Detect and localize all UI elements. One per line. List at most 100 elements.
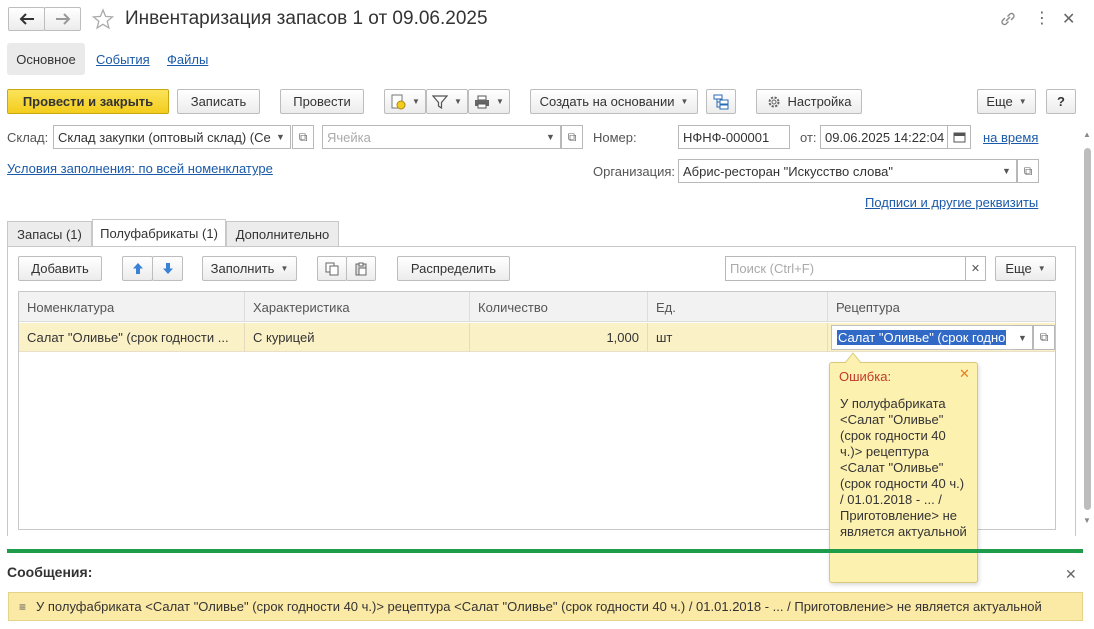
arrow-left-icon <box>19 13 34 25</box>
message-item[interactable]: ≡ У полуфабриката <Салат "Оливье" (срок … <box>8 592 1083 621</box>
document-clock-icon <box>391 94 406 109</box>
forward-button[interactable] <box>44 7 81 31</box>
nav-tab-events[interactable]: События <box>96 52 150 67</box>
post-label: Провести <box>293 94 351 109</box>
column-header-characteristic[interactable]: Характеристика <box>245 292 470 322</box>
fill-conditions-link[interactable]: Условия заполнения: по всей номенклатуре <box>7 161 273 176</box>
column-header-nomenclature[interactable]: Номенклатура <box>19 292 245 322</box>
tab-semifinished[interactable]: Полуфабрикаты (1) <box>92 219 226 247</box>
cell-dropdown-button[interactable]: ▼ <box>541 125 561 149</box>
date-label: от: <box>800 130 817 145</box>
printer-icon <box>475 95 490 108</box>
cell-field[interactable]: Ячейка <box>322 125 542 149</box>
recipe-dropdown-button[interactable]: ▼ <box>1013 325 1033 350</box>
messages-close-icon[interactable]: ✕ <box>1065 566 1077 583</box>
error-line: <Салат "Оливье" <box>840 412 944 427</box>
print-button[interactable]: ▼ <box>468 89 510 114</box>
post-and-close-button[interactable]: Провести и закрыть <box>7 89 169 114</box>
back-button[interactable] <box>8 7 45 31</box>
fill-button[interactable]: Заполнить ▼ <box>202 256 297 281</box>
move-down-button[interactable] <box>152 256 183 281</box>
message-text: У полуфабриката <Салат "Оливье" (срок го… <box>36 599 1042 614</box>
create-based-on-button[interactable]: Создать на основании ▼ <box>530 89 698 114</box>
add-button[interactable]: Добавить <box>18 256 102 281</box>
fill-label: Заполнить <box>210 261 275 276</box>
search-clear-button[interactable]: ✕ <box>965 256 986 281</box>
organization-value: Абрис-ресторан "Искусство слова" <box>683 163 893 179</box>
more-button[interactable]: Еще ▼ <box>977 89 1036 114</box>
scroll-down-arrow[interactable]: ▼ <box>1083 516 1091 525</box>
calendar-button[interactable] <box>947 125 971 149</box>
organization-open-button[interactable]: ⧉ <box>1017 159 1039 183</box>
recipe-edit-field[interactable]: Салат "Оливье" (срок годно <box>831 325 1014 350</box>
calendar-icon <box>953 132 965 143</box>
column-header-recipe[interactable]: Рецептура <box>828 292 1055 322</box>
column-header-quantity[interactable]: Количество <box>470 292 648 322</box>
organization-field[interactable]: Абрис-ресторан "Искусство слова" <box>678 159 998 183</box>
number-field[interactable]: НФНФ-000001 <box>678 125 790 149</box>
warehouse-dropdown-button[interactable]: ▼ <box>271 125 291 149</box>
paste-button[interactable] <box>346 256 376 281</box>
structure-button[interactable] <box>706 89 736 114</box>
on-time-link[interactable]: на время <box>983 130 1038 145</box>
cell-characteristic[interactable]: С курицей <box>245 323 470 352</box>
post-button[interactable]: Провести <box>280 89 364 114</box>
messages-title: Сообщения: <box>7 564 93 580</box>
error-line: (срок годности 40 <box>840 428 946 443</box>
error-popup-close-icon[interactable]: ✕ <box>959 366 970 382</box>
add-label: Добавить <box>31 261 89 276</box>
more-vertical-icon[interactable]: ⋮ <box>1034 10 1050 28</box>
number-value: НФНФ-000001 <box>683 129 770 145</box>
recipe-open-button[interactable]: ⧉ <box>1033 325 1055 350</box>
copy-button[interactable] <box>317 256 347 281</box>
table-more-button[interactable]: Еще ▼ <box>995 256 1056 281</box>
create-based-on-label: Создать на основании <box>539 94 675 109</box>
favorite-star-icon[interactable] <box>92 8 114 30</box>
cell-quantity[interactable]: 1,000 <box>470 323 648 352</box>
warehouse-field[interactable]: Склад закупки (оптовый склад) (Се <box>53 125 272 149</box>
scroll-up-arrow[interactable]: ▲ <box>1083 130 1091 139</box>
scrollbar-thumb[interactable] <box>1084 148 1091 510</box>
cell-nomenclature[interactable]: Салат "Оливье" (срок годности ... <box>19 323 245 352</box>
help-button[interactable]: ? <box>1046 89 1076 114</box>
link-icon[interactable] <box>999 10 1017 28</box>
related-docs-button[interactable]: ▼ <box>384 89 426 114</box>
error-line: (срок годности 40 ч.) <box>840 476 965 491</box>
number-label: Номер: <box>593 130 637 145</box>
cell-unit[interactable]: шт <box>648 323 828 352</box>
warehouse-open-button[interactable]: ⧉ <box>292 125 314 149</box>
close-icon[interactable]: ✕ <box>1062 9 1075 29</box>
tab-additional-label: Дополнительно <box>235 227 330 242</box>
column-header-unit[interactable]: Ед. <box>648 292 828 322</box>
move-up-button[interactable] <box>122 256 153 281</box>
organization-dropdown-button[interactable]: ▼ <box>997 159 1017 183</box>
cell-open-button[interactable]: ⧉ <box>561 125 583 149</box>
arrow-down-icon <box>162 263 173 274</box>
tab-stocks-label: Запасы (1) <box>17 227 82 242</box>
warehouse-label: Склад: <box>7 130 49 145</box>
error-line: <Салат "Оливье" <box>840 460 944 475</box>
save-button[interactable]: Записать <box>177 89 260 114</box>
signatures-link[interactable]: Подписи и другие реквизиты <box>865 195 1038 210</box>
distribute-button[interactable]: Распределить <box>397 256 510 281</box>
filter-button[interactable]: ▼ <box>426 89 468 114</box>
post-and-close-label: Провести и закрыть <box>22 94 154 109</box>
tab-stocks[interactable]: Запасы (1) <box>7 221 92 247</box>
nav-tab-files[interactable]: Файлы <box>167 52 208 67</box>
tab-semifinished-label: Полуфабрикаты (1) <box>100 226 218 241</box>
gear-icon <box>768 96 779 107</box>
paste-icon <box>355 262 367 275</box>
clear-icon: ✕ <box>970 263 981 275</box>
settings-button[interactable]: Настройка <box>756 89 862 114</box>
search-placeholder: Поиск (Ctrl+F) <box>730 261 815 276</box>
organization-label: Организация: <box>593 164 676 179</box>
tab-additional[interactable]: Дополнительно <box>226 221 339 247</box>
search-input[interactable]: Поиск (Ctrl+F) <box>725 256 966 281</box>
more-label: Еще <box>986 94 1013 109</box>
error-line: / 01.01.2018 - ... / <box>840 492 942 507</box>
date-value: 09.06.2025 14:22:04 <box>825 129 945 145</box>
error-line: ч.)> рецептура <box>840 444 929 459</box>
hierarchy-icon <box>713 94 729 109</box>
date-field[interactable]: 09.06.2025 14:22:04 <box>820 125 948 149</box>
nav-tab-main[interactable]: Основное <box>7 43 85 75</box>
